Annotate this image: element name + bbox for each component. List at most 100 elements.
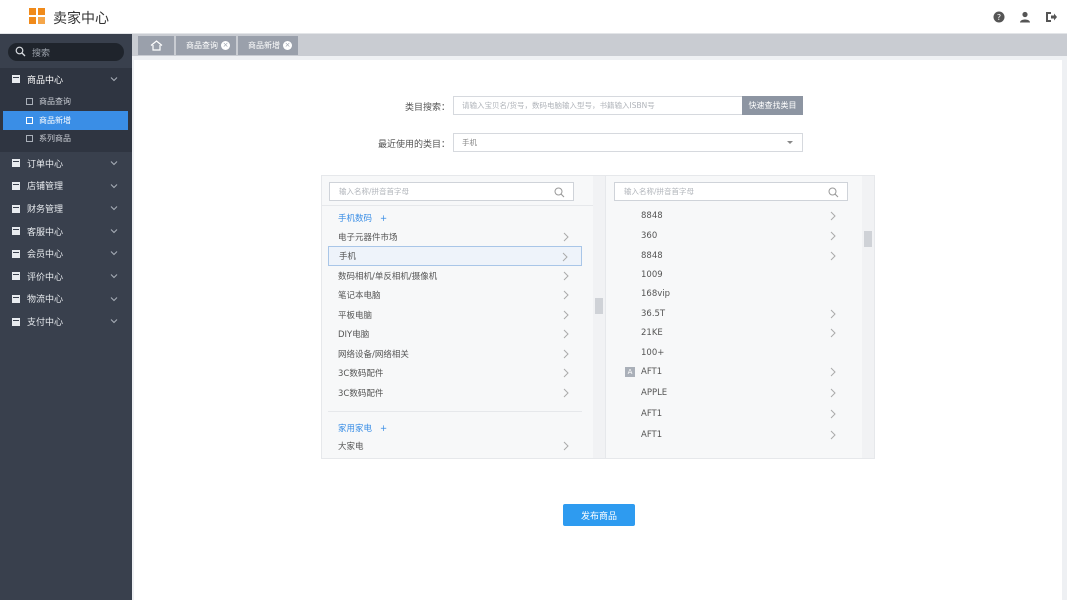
list-item[interactable]: 100+ bbox=[615, 343, 841, 363]
list-item[interactable]: APPLE bbox=[615, 383, 841, 403]
chevron-down-icon bbox=[110, 296, 118, 301]
sidebar-item-service[interactable]: 客服中心 bbox=[0, 220, 132, 243]
list-item-selected[interactable]: 手机 bbox=[328, 246, 582, 266]
search-icon bbox=[15, 46, 26, 57]
category-picker: 输入名称/拼音首字母 手机数码 + 电子元器件市场 手机 数码相机/单反相机/摄像… bbox=[321, 175, 875, 459]
quick-find-category-button[interactable]: 快速查找类目 bbox=[742, 96, 803, 115]
chevron-right-icon bbox=[830, 328, 836, 338]
list-icon bbox=[26, 98, 33, 106]
item-label: 数码相机/单反相机/摄像机 bbox=[338, 271, 438, 282]
sidebar-item-label: 客服中心 bbox=[27, 227, 64, 238]
sidebar-item-reviews[interactable]: 评价中心 bbox=[0, 265, 132, 288]
menu-icon bbox=[12, 317, 20, 326]
logout-icon[interactable] bbox=[1045, 11, 1057, 23]
list-item[interactable]: AFT1 bbox=[615, 404, 841, 424]
sidebar-item-logistics[interactable]: 物流中心 bbox=[0, 288, 132, 311]
recent-category-label: 最近使用的类目： bbox=[377, 140, 450, 150]
chevron-down-icon bbox=[110, 77, 118, 82]
category-group-label[interactable]: 手机数码 + bbox=[338, 212, 387, 224]
publish-goods-button[interactable]: 发布商品 bbox=[563, 504, 635, 526]
sidebar-item-payment[interactable]: 支付中心 bbox=[0, 310, 132, 333]
secondary-filter-input[interactable]: 输入名称/拼音首字母 bbox=[614, 182, 848, 201]
secondary-scrollbar[interactable] bbox=[862, 176, 874, 458]
chevron-right-icon bbox=[563, 329, 569, 339]
category-column-secondary: 输入名称/拼音首字母 8848 360 8848 1009 168vip 36.… bbox=[607, 176, 864, 458]
list-item[interactable]: 360 bbox=[615, 226, 841, 246]
list-item[interactable]: 36.5T bbox=[615, 304, 841, 324]
chevron-right-icon bbox=[830, 211, 836, 221]
tab-goods-add[interactable]: 商品新增 × bbox=[238, 36, 298, 55]
category-search-input[interactable]: 请输入宝贝名/货号，数码电脑输入型号，书籍输入ISBN号 bbox=[453, 96, 743, 115]
chevron-right-icon bbox=[830, 409, 836, 419]
sidebar-item-orders[interactable]: 订单中心 bbox=[0, 152, 132, 175]
sidebar-subitem-series[interactable]: 系列商品 bbox=[0, 130, 132, 149]
list-item[interactable]: DIY电脑 bbox=[328, 324, 582, 344]
list-item[interactable]: 3C数码配件 bbox=[328, 363, 582, 383]
list-item[interactable]: 168vip bbox=[615, 284, 841, 304]
category-group-label[interactable]: 家用家电 + bbox=[338, 422, 387, 434]
item-label: 3C数码配件 bbox=[338, 388, 384, 399]
sidebar-item-finance[interactable]: 财务管理 bbox=[0, 197, 132, 220]
sidebar-subitem-label: 商品查询 bbox=[39, 97, 71, 107]
primary-scrollbar[interactable] bbox=[593, 176, 605, 458]
expand-icon[interactable]: + bbox=[380, 424, 387, 434]
scrollbar-thumb[interactable] bbox=[595, 298, 603, 314]
item-label: DIY电脑 bbox=[338, 329, 370, 340]
item-label: 网络设备/网络相关 bbox=[338, 349, 409, 360]
list-item[interactable]: A AFT1 bbox=[615, 362, 841, 382]
list-item[interactable]: 电子元器件市场 bbox=[328, 227, 582, 247]
scrollbar-thumb[interactable] bbox=[864, 231, 872, 247]
primary-filter-input[interactable]: 输入名称/拼音首字母 bbox=[329, 182, 574, 201]
chevron-right-icon bbox=[563, 232, 569, 242]
app-title: 卖家中心 bbox=[53, 11, 109, 27]
chevron-right-icon bbox=[830, 309, 836, 319]
chevron-right-icon bbox=[830, 251, 836, 261]
sidebar-submenu: 商品查询 商品新增 系列商品 bbox=[0, 90, 132, 153]
list-item[interactable]: AFT1 bbox=[615, 425, 841, 445]
sidebar-item-goods[interactable]: 商品中心 bbox=[0, 68, 132, 91]
close-icon[interactable]: × bbox=[221, 41, 230, 50]
item-label: APPLE bbox=[641, 388, 668, 398]
sidebar-search-placeholder: 搜索 bbox=[32, 49, 51, 59]
list-item[interactable]: 大家电 bbox=[328, 436, 582, 456]
user-icon[interactable] bbox=[1019, 11, 1031, 23]
recent-category-select[interactable]: 手机 bbox=[453, 133, 803, 152]
help-icon[interactable]: ? bbox=[993, 11, 1005, 23]
primary-filter-placeholder: 输入名称/拼音首字母 bbox=[339, 187, 410, 196]
sidebar-item-members[interactable]: 会员中心 bbox=[0, 242, 132, 265]
list-item[interactable]: 3C数码配件 bbox=[328, 383, 582, 403]
group-divider bbox=[328, 411, 582, 412]
sidebar-subitem-goods-add[interactable]: 商品新增 bbox=[3, 111, 128, 130]
sidebar-item-store[interactable]: 店铺管理 bbox=[0, 175, 132, 198]
list-item[interactable]: 8848 bbox=[615, 246, 841, 266]
list-item[interactable]: 笔记本电脑 bbox=[328, 285, 582, 305]
sidebar-item-label: 商品中心 bbox=[27, 75, 64, 86]
chevron-down-icon bbox=[110, 206, 118, 211]
chevron-right-icon bbox=[563, 310, 569, 320]
tab-goods-query[interactable]: 商品查询 × bbox=[176, 36, 236, 55]
expand-icon[interactable]: + bbox=[380, 214, 387, 224]
menu-icon bbox=[12, 159, 20, 168]
item-label: AFT1 bbox=[641, 409, 663, 419]
sidebar-subitem-goods-query[interactable]: 商品查询 bbox=[0, 93, 132, 112]
list-item[interactable]: 平板电脑 bbox=[328, 305, 582, 325]
tab-bar: 商品查询 × 商品新增 × bbox=[132, 34, 1067, 56]
sidebar: 搜索 商品中心 商品查询 商品新增 系列商品 订单中心 店铺管理 财务管理 客服… bbox=[0, 34, 132, 600]
chevron-right-icon bbox=[563, 368, 569, 378]
sidebar-search-input[interactable]: 搜索 bbox=[8, 43, 124, 61]
chevron-down-icon bbox=[110, 161, 118, 166]
chevron-right-icon bbox=[563, 271, 569, 281]
secondary-filter-placeholder: 输入名称/拼音首字母 bbox=[624, 187, 695, 196]
sidebar-item-label: 物流中心 bbox=[27, 295, 64, 306]
list-item[interactable]: 8848 bbox=[615, 206, 841, 226]
item-label: 平板电脑 bbox=[338, 310, 373, 321]
list-item[interactable]: 数码相机/单反相机/摄像机 bbox=[328, 266, 582, 286]
item-label: 1009 bbox=[641, 270, 663, 280]
tab-home[interactable] bbox=[138, 36, 174, 55]
list-item[interactable]: 21KE bbox=[615, 323, 841, 343]
group-label-text: 手机数码 bbox=[338, 214, 373, 224]
list-item[interactable]: 网络设备/网络相关 bbox=[328, 344, 582, 364]
close-icon[interactable]: × bbox=[283, 41, 292, 50]
item-label: 笔记本电脑 bbox=[338, 290, 381, 301]
list-item[interactable]: 1009 bbox=[615, 265, 841, 285]
